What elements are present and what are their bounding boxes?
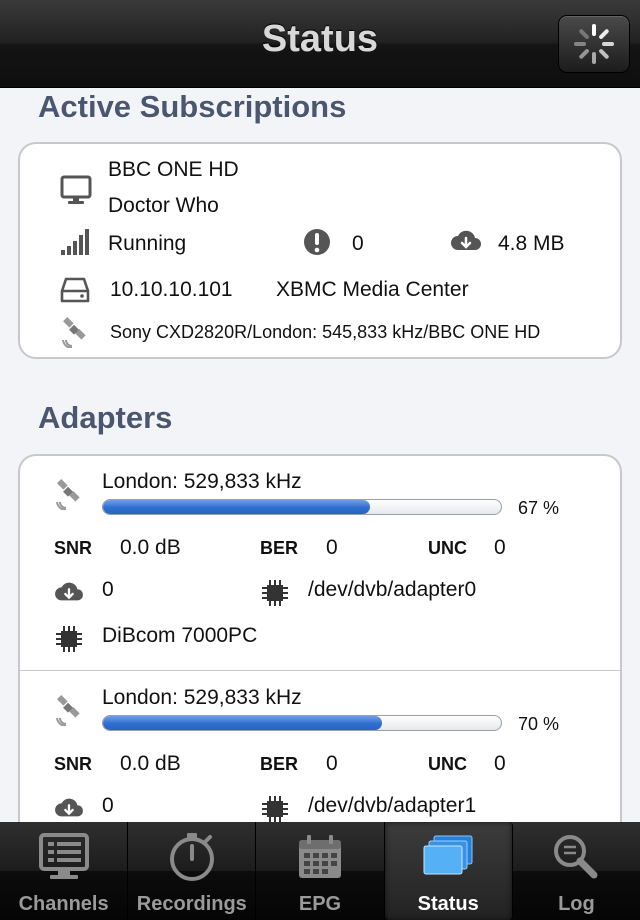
unc-value: 0 [494, 536, 506, 559]
status-stack-icon [423, 835, 473, 875]
subscription-state: Running [108, 232, 187, 255]
adapter-mux: London: 529,833 kHz [102, 470, 302, 493]
cloud-download-icon [55, 582, 83, 601]
magnifier-icon [554, 835, 598, 879]
subscription-card[interactable]: BBC ONE HD Doctor Who Running 0 4.8 MB 1… [18, 142, 622, 359]
snr-label: SNR [54, 538, 93, 558]
signal-bars-icon [61, 229, 89, 255]
cloud-download-icon [451, 230, 481, 250]
tab-label: Status [417, 893, 479, 915]
subscription-errors: 0 [352, 232, 364, 255]
refresh-button[interactable] [558, 15, 630, 73]
adapter-name: DiBcom 7000PC [102, 624, 258, 647]
tab-label: Log [558, 893, 595, 915]
tab-epg[interactable]: EPG [256, 822, 385, 920]
adapters-card[interactable]: London: 529,833 kHz 67 % SNR 0.0 dB BER … [18, 454, 622, 822]
satellite-icon [56, 695, 80, 726]
adapter-mux: London: 529,833 kHz [102, 686, 302, 709]
calendar-icon [299, 835, 341, 878]
timer-icon [169, 833, 214, 881]
ber-value: 0 [326, 536, 338, 559]
subscription-host: 10.10.10.101 [110, 278, 233, 301]
tab-log[interactable]: Log [513, 822, 640, 920]
section-title-adapters: Adapters [38, 400, 173, 435]
signal-progress-fill [103, 716, 382, 730]
cloud-download-icon [55, 798, 83, 817]
snr-label: SNR [54, 754, 93, 774]
tv-list-icon [38, 833, 89, 879]
subscription-client: XBMC Media Center [276, 278, 469, 301]
signal-progress-fill [103, 500, 370, 514]
ber-label: BER [260, 538, 299, 558]
adapter-divider [20, 670, 620, 671]
chip-icon [262, 580, 288, 606]
ber-label: BER [260, 754, 299, 774]
navigation-bar: Status [0, 0, 640, 88]
tv-icon [60, 175, 92, 204]
chip-icon [56, 626, 82, 652]
unc-value: 0 [494, 752, 506, 775]
page-title: Status [261, 18, 379, 60]
tab-bar: Channels Recordings EPG Status Log [0, 822, 640, 920]
section-title-subscriptions: Active Subscriptions [38, 89, 347, 124]
tab-label: EPG [298, 893, 342, 915]
adapter-device: /dev/dvb/adapter0 [308, 578, 477, 601]
tab-label: Channels [18, 893, 109, 915]
tab-channels[interactable]: Channels [0, 822, 129, 920]
status-content[interactable]: Active Subscriptions BBC ONE HD Doctor W… [0, 89, 640, 822]
snr-value: 0.0 dB [120, 536, 181, 559]
adapter-bandwidth: 0 [102, 578, 114, 601]
satellite-icon [62, 317, 86, 348]
subscription-channel: BBC ONE HD [108, 158, 239, 181]
error-icon [304, 229, 330, 255]
tab-label: Recordings [136, 893, 247, 915]
signal-progress-bar [102, 499, 502, 515]
unc-label: UNC [428, 754, 467, 774]
subscription-program: Doctor Who [108, 194, 219, 217]
tab-status[interactable]: Status [384, 822, 513, 920]
signal-percent: 70 % [518, 714, 560, 734]
subscription-bandwidth: 4.8 MB [498, 232, 565, 255]
snr-value: 0.0 dB [120, 752, 181, 775]
signal-percent: 67 % [518, 498, 560, 518]
adapter-bandwidth: 0 [102, 794, 114, 817]
spinner-icon [574, 24, 614, 64]
ber-value: 0 [326, 752, 338, 775]
hard-drive-icon [60, 277, 90, 303]
chip-icon [262, 796, 288, 822]
subscription-service: Sony CXD2820R/London: 545,833 kHz/BBC ON… [110, 322, 541, 342]
tab-recordings[interactable]: Recordings [128, 822, 257, 920]
satellite-icon [56, 479, 80, 510]
unc-label: UNC [428, 538, 467, 558]
signal-progress-bar [102, 715, 502, 731]
adapter-device: /dev/dvb/adapter1 [308, 794, 477, 817]
